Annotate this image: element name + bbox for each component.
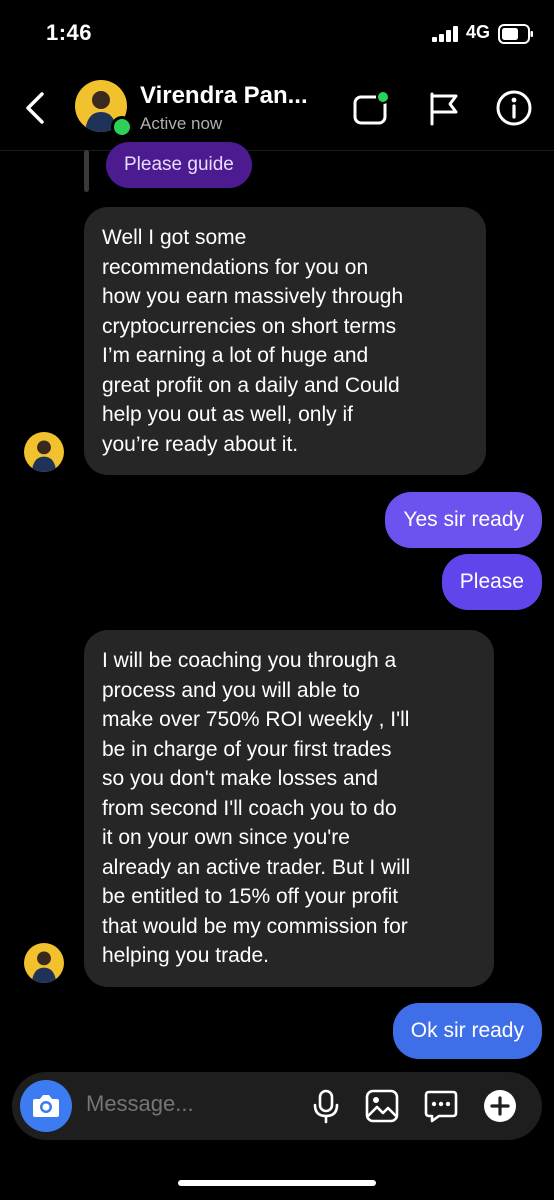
message-composer (12, 1072, 542, 1140)
contact-name[interactable]: Virendra Pan... (140, 82, 308, 110)
message-line: make over 750% ROI weekly , I'll (102, 708, 410, 731)
incoming-message-bubble[interactable]: Well I got some recommendations for you … (84, 207, 486, 475)
camera-button[interactable] (20, 1080, 72, 1132)
online-indicator (111, 116, 133, 138)
quoted-message-bubble[interactable]: Please guide (106, 142, 252, 188)
message-line: it on your own since you're (102, 826, 350, 849)
contact-avatar[interactable] (75, 80, 133, 138)
message-line: I will be coaching you through a (102, 649, 397, 672)
message-input[interactable] (84, 1090, 288, 1118)
message-line: already an active trader. But I will (102, 855, 411, 879)
outgoing-message-bubble[interactable]: Ok sir ready (392, 1003, 542, 1059)
reply-indicator-bar (84, 150, 89, 192)
message-line: how you earn massively through (102, 285, 404, 308)
contact-status: Active now (140, 114, 223, 133)
battery-icon (498, 24, 533, 44)
message-line: that would be my commission for (102, 914, 408, 938)
message-line: helping you trade. (102, 944, 269, 967)
chat-header: Virendra Pan... Active now (0, 70, 554, 151)
plus-icon[interactable] (482, 1088, 518, 1124)
status-time: 1:46 (46, 20, 93, 45)
info-icon[interactable] (494, 88, 534, 128)
outgoing-message-bubble[interactable]: Yes sir ready (385, 492, 542, 548)
status-bar: 1:46 4G (0, 0, 554, 70)
sender-avatar[interactable] (24, 432, 64, 472)
gallery-icon[interactable] (364, 1088, 400, 1124)
sticker-chat-icon[interactable] (423, 1088, 459, 1124)
message-line: so you don't make losses and (102, 767, 379, 790)
message-line: great profit on a daily and Could (102, 373, 400, 397)
incoming-message-bubble[interactable]: I will be coaching you through a process… (84, 630, 494, 987)
flag-icon[interactable] (424, 88, 464, 128)
message-line: recommendations for you on (102, 255, 369, 279)
video-call-icon[interactable] (352, 88, 392, 128)
network-label: 4G (466, 22, 491, 42)
message-line: cryptocurrencies on short terms (102, 314, 397, 338)
sender-avatar[interactable] (24, 943, 64, 983)
message-line: process and you will able to (102, 678, 360, 702)
message-line: help you out as well, only if (102, 403, 353, 426)
home-indicator[interactable] (178, 1180, 376, 1186)
microphone-icon[interactable] (308, 1088, 344, 1124)
message-line: I’m earning a lot of huge and (102, 344, 369, 367)
message-line: be entitled to 15% off your profit (102, 885, 399, 908)
chevron-left-icon[interactable] (20, 88, 52, 128)
message-line: be in charge of your first trades (102, 737, 392, 761)
person-icon (31, 440, 57, 472)
message-line: you’re ready about it. (102, 432, 299, 456)
outgoing-message-bubble[interactable]: Please (441, 554, 542, 610)
message-line: Well I got some (102, 226, 247, 249)
signal-icon (432, 26, 458, 42)
message-line: from second I'll coach you to do (102, 796, 397, 820)
camera-icon (33, 1095, 59, 1117)
person-icon (31, 951, 57, 983)
